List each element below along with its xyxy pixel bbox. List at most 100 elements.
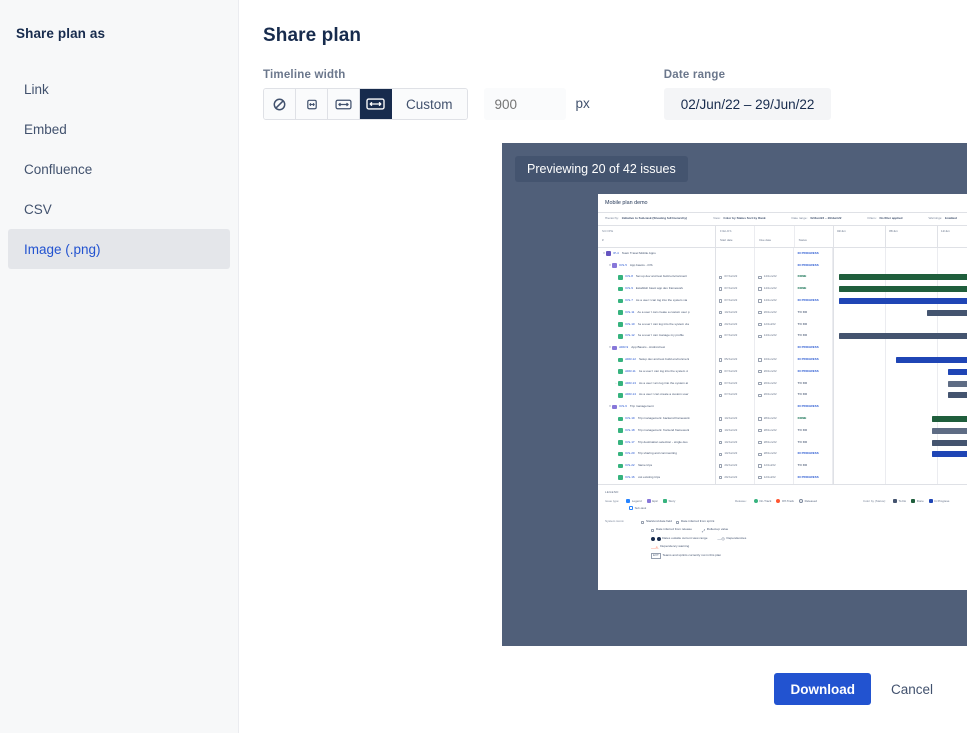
gantt-bar[interactable]: ⤢ <box>932 440 967 446</box>
date-value: 14/Jun/22 <box>764 275 777 279</box>
due-date-cell <box>755 248 794 260</box>
issue-key[interactable]: ICS-16 <box>625 476 634 480</box>
issue-type-swatch-icon <box>626 499 630 503</box>
issue-key[interactable]: ICS-17 <box>625 441 634 445</box>
timeline-tick: 05/Jun <box>886 226 938 247</box>
legend-item: In Progress <box>929 499 950 503</box>
issue-key[interactable]: ICS-11 <box>625 311 634 315</box>
sidebar-item-embed[interactable]: Embed <box>8 109 230 149</box>
issue-key[interactable]: ICS-22 <box>625 464 634 468</box>
gantt-bar[interactable] <box>839 333 967 339</box>
width-small-button[interactable] <box>296 89 328 119</box>
table-row: ADR-11As a user I can log into the syste… <box>598 366 967 378</box>
gantt-bar[interactable] <box>896 357 967 363</box>
width-none-button[interactable] <box>264 89 296 119</box>
table-row: ADR-14As a user I can create a custom us… <box>598 389 967 401</box>
issue-key[interactable]: ICS-12 <box>625 334 634 338</box>
gantt-bar[interactable] <box>932 416 967 422</box>
gantt-bar[interactable] <box>932 428 967 434</box>
system-icon-line: —⚠ Dependency warning <box>641 545 746 550</box>
start-date-cell <box>716 248 755 260</box>
date-field-icon <box>719 370 722 373</box>
width-medium-button[interactable] <box>328 89 360 119</box>
width-large-button[interactable] <box>360 89 392 119</box>
issue-key[interactable]: ADR-13 <box>625 382 636 386</box>
fields-cell: 10/Jun/2228/Jun/22DONE <box>716 413 834 425</box>
gantt-bar[interactable]: ⤢ <box>927 310 967 316</box>
fields-cell: 05/Jun/2216/Jun/22IN PROGRESS <box>716 354 834 366</box>
sidebar-item-link[interactable]: Link <box>8 69 230 109</box>
timeline-cell <box>834 342 967 354</box>
sidebar-item-image-png[interactable]: Image (.png) <box>8 229 230 269</box>
release-dot-icon <box>776 499 780 503</box>
download-button[interactable]: Download <box>774 673 871 705</box>
legend-item: Legend <box>626 499 641 503</box>
width-custom-label: Custom <box>406 97 453 112</box>
date-field-icon <box>758 429 761 432</box>
fields-cell: IN PROGRESS <box>716 342 834 354</box>
issue-key[interactable]: ADR-12 <box>625 358 636 362</box>
issue-summary: Name trips <box>638 464 653 468</box>
issue-key[interactable]: ADR-14 <box>625 393 636 397</box>
status-cell: TO DO <box>795 330 834 342</box>
issue-key[interactable]: ICS-7 <box>625 299 633 303</box>
gantt-bar[interactable] <box>948 381 967 387</box>
issue-key[interactable]: ADR-9 <box>619 346 628 350</box>
sidebar-item-confluence[interactable]: Confluence <box>8 149 230 189</box>
sidebar-item-csv[interactable]: CSV <box>8 189 230 229</box>
custom-width-input[interactable] <box>484 88 566 120</box>
issue-key[interactable]: ICS-10 <box>625 323 634 327</box>
date-field-icon <box>758 299 761 302</box>
table-row: ICS-16List existing trips29/Jun/2212/Jul… <box>598 472 967 484</box>
issue-key[interactable]: IP-4 <box>613 252 619 256</box>
gantt-bar[interactable] <box>948 392 967 398</box>
timeline-cell <box>834 260 967 272</box>
gantt-bar[interactable]: ⤢ <box>839 298 967 304</box>
table-row: ICS-11As a user I can create a custom us… <box>598 307 967 319</box>
dialog-footer: Download Cancel <box>774 673 945 705</box>
status-cell: IN PROGRESS <box>795 366 834 378</box>
table-row: ADR-12Setup dev and test build environme… <box>598 354 967 366</box>
scope-cell: ▾ICS-6Trip management <box>598 401 716 413</box>
status-badge: TO DO <box>798 334 808 338</box>
date-value: 07/Jun/22 <box>724 275 737 279</box>
sidebar-item-label: Image (.png) <box>24 242 101 257</box>
issue-type-swatch-icon <box>647 499 651 503</box>
date-range-value[interactable]: 02/Jun/22 – 29/Jun/22 <box>664 88 832 120</box>
issue-key[interactable]: ICS-8 <box>625 275 633 279</box>
date-field-icon <box>758 382 761 385</box>
due-date-cell: 28/Jun/22 <box>755 448 794 460</box>
issue-summary: As a user I can log into the system vi <box>639 370 689 374</box>
legend-item-label: Teams and sprints currently not in this … <box>662 554 721 558</box>
date-field-icon <box>758 417 761 420</box>
gantt-bar[interactable] <box>932 451 967 457</box>
legend-color-by: Color by (Status): To Do Done <box>863 499 967 506</box>
gantt-body: ▾IP-4Team Travel Mobile AppsIN PROGRESS▾… <box>598 248 967 484</box>
gantt-bar[interactable]: ⤢ <box>948 369 967 375</box>
issue-key[interactable]: ICS-20 <box>625 452 634 456</box>
issue-key[interactable]: ICS-18 <box>625 429 634 433</box>
timeline-cell <box>834 283 967 295</box>
issue-key[interactable]: ICS-6 <box>619 405 627 409</box>
timeline-width-field: Timeline width <box>263 69 590 120</box>
issue-key[interactable]: ICS-19 <box>625 417 634 421</box>
gantt-bar[interactable] <box>839 274 967 280</box>
issue-type-icon <box>618 358 623 363</box>
timeline-cell <box>834 460 967 472</box>
scope-cell: ›ADR-13As a user I am log into the syste… <box>598 378 716 390</box>
gantt-bar[interactable] <box>839 286 967 292</box>
date-field-icon <box>719 311 722 314</box>
width-custom-button[interactable]: Custom <box>392 89 467 119</box>
sidebar-title: Share plan as <box>0 26 238 41</box>
issue-key[interactable]: ICS-9 <box>625 287 633 291</box>
share-options-nav: Link Embed Confluence CSV Image (.png) <box>0 69 238 269</box>
start-date-cell <box>716 260 755 272</box>
legend-group-label: Issue type: <box>605 500 619 504</box>
due-date-cell <box>755 260 794 272</box>
cancel-button[interactable]: Cancel <box>879 673 945 705</box>
no-width-icon <box>273 98 286 111</box>
issue-summary: Trip management <box>630 405 654 409</box>
legend-item-label: To Do <box>898 500 906 504</box>
issue-key[interactable]: ICS-5 <box>619 264 627 268</box>
issue-key[interactable]: ADR-11 <box>625 370 636 374</box>
